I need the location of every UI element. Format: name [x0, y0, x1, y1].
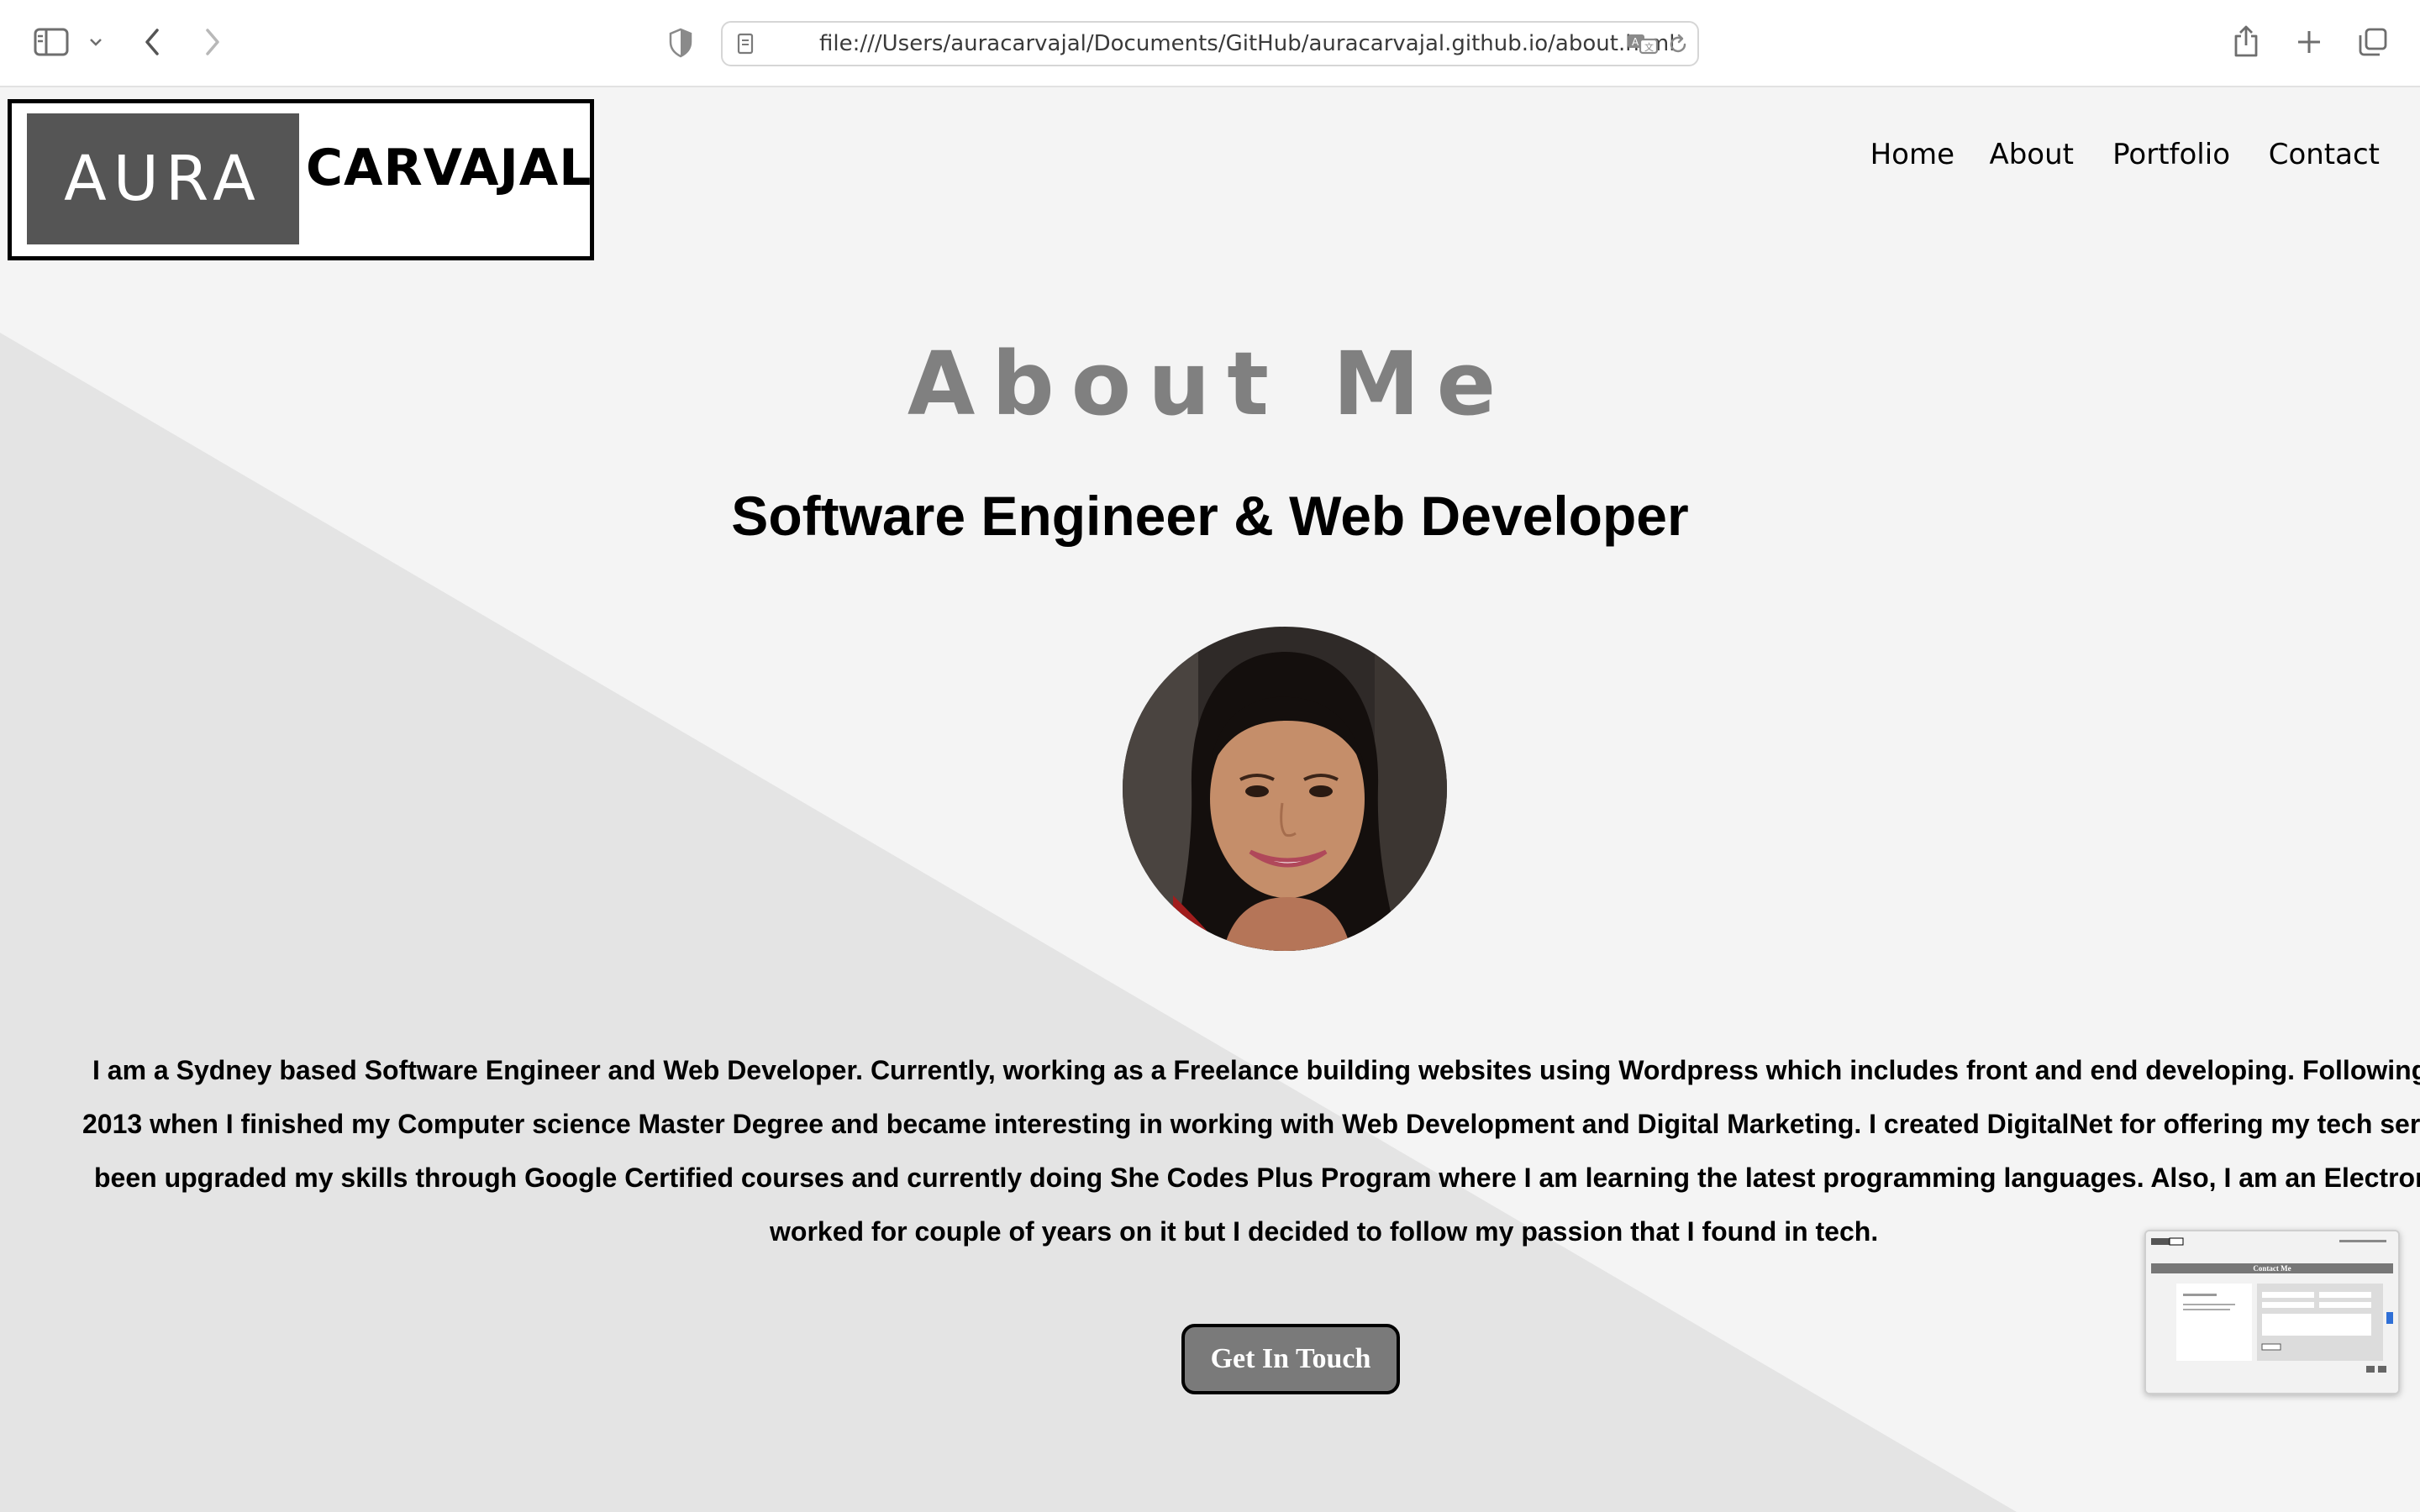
bio-line: worked for couple of years on it but I d… [770, 1216, 1879, 1247]
new-tab-icon[interactable] [2294, 27, 2324, 57]
browser-toolbar: file:///Users/auracarvajal/Documents/Git… [0, 0, 2420, 87]
bio-paragraph: I am a Sydney based Software Engineer an… [82, 1043, 2420, 1258]
forward-icon[interactable] [200, 25, 225, 59]
get-in-touch-button[interactable]: Get In Touch [1181, 1324, 1400, 1394]
nav-link-about[interactable]: About [1989, 138, 2074, 171]
address-bar[interactable]: file:///Users/auracarvajal/Documents/Git… [721, 21, 1699, 66]
back-icon[interactable] [139, 25, 165, 59]
logo-aura-text: AURA [64, 143, 262, 215]
logo-carvajal-text: CARVAJAL [306, 139, 592, 197]
share-icon[interactable] [2232, 22, 2260, 60]
translate-icon[interactable]: A文 [1627, 31, 1660, 56]
nav-link-portfolio[interactable]: Portfolio [2112, 138, 2230, 171]
logo-dark-block: AURA [27, 113, 299, 244]
tabs-overview-icon[interactable] [2356, 25, 2390, 59]
profile-photo [1123, 627, 1447, 951]
page-preview-thumbnail[interactable]: Contact Me [2144, 1230, 2400, 1394]
bio-line: I am a Sydney based Software Engineer an… [92, 1055, 2420, 1085]
nav-link-home[interactable]: Home [1870, 138, 1954, 171]
page-subtitle: Software Engineer & Web Developer [731, 485, 1689, 547]
shield-icon[interactable] [666, 27, 696, 59]
chevron-down-icon[interactable] [86, 32, 106, 52]
page-title: About Me [907, 333, 1513, 435]
sidebar-icon[interactable] [32, 25, 71, 59]
page-icon [734, 33, 756, 55]
page-content: AURA CARVAJAL Home About Portfolio Conta… [0, 89, 2420, 1512]
svg-text:文: 文 [1644, 41, 1654, 53]
reload-icon[interactable] [1665, 32, 1691, 57]
url-text[interactable]: file:///Users/auracarvajal/Documents/Git… [819, 23, 1675, 65]
nav-link-contact[interactable]: Contact [2269, 138, 2380, 171]
bio-line: been upgraded my skills through Google C… [94, 1163, 2420, 1193]
thumb-title: Contact Me [2253, 1264, 2291, 1273]
svg-text:A: A [1632, 36, 1639, 48]
logo[interactable]: AURA CARVAJAL [8, 99, 594, 260]
bio-line: 2013 when I finished my Computer science… [82, 1109, 2420, 1139]
